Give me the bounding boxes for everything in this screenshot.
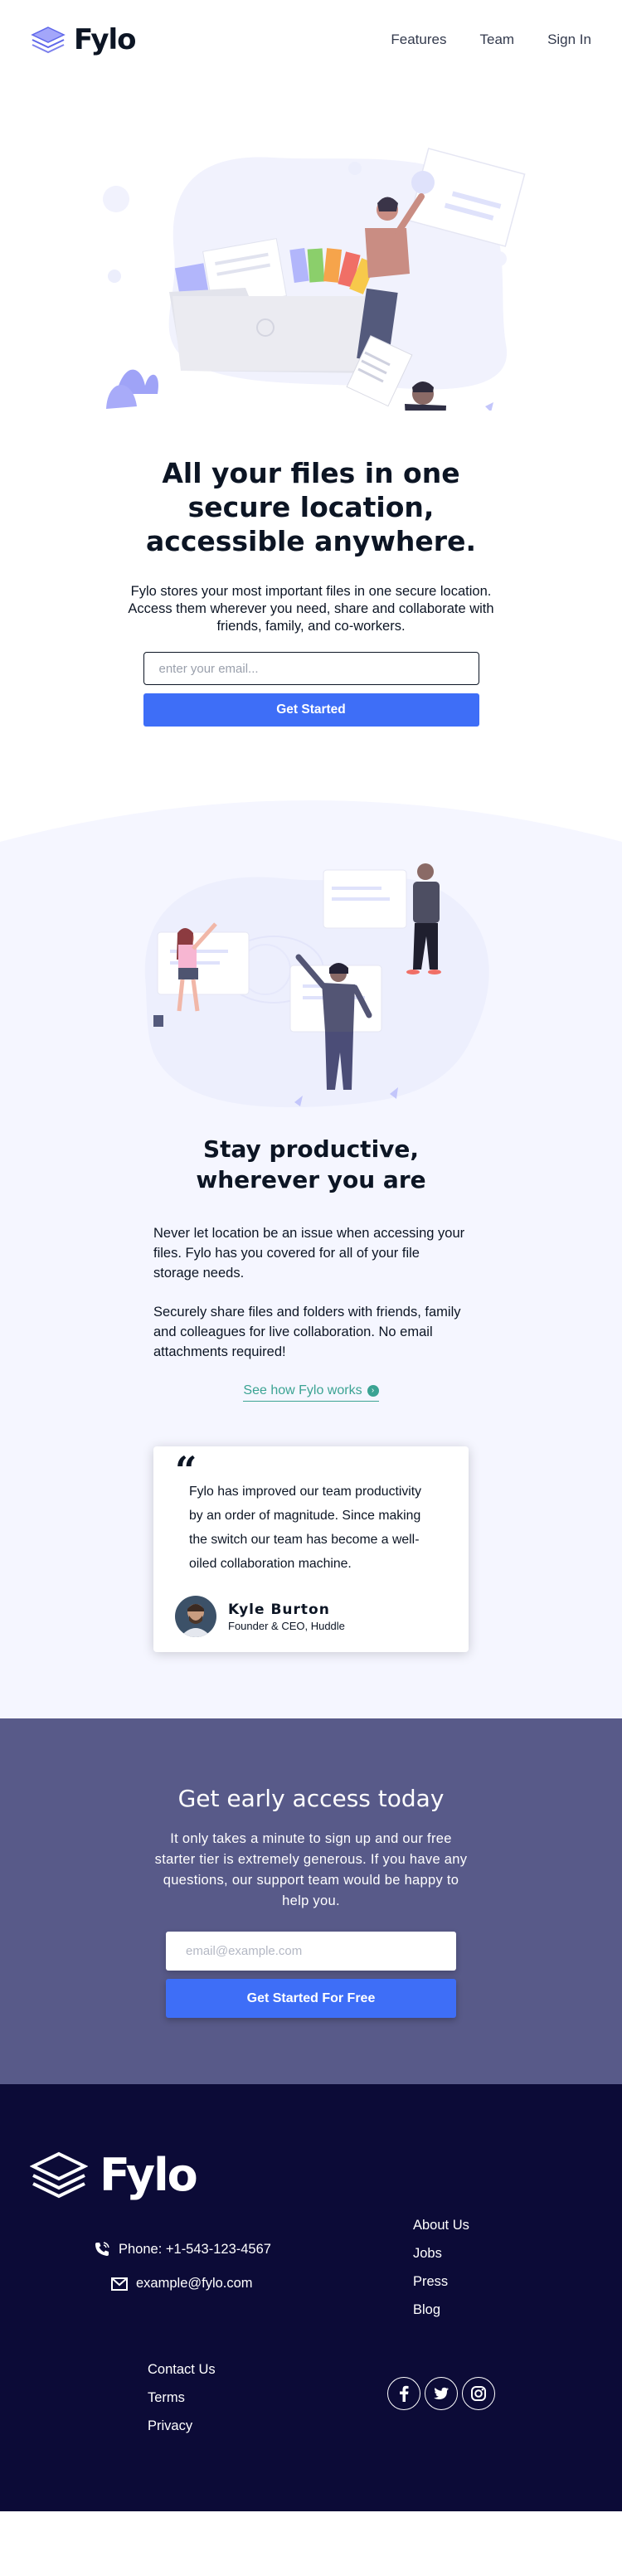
testimonial-card: “ Fylo has improved our team productivit… xyxy=(153,1446,469,1652)
see-how-fylo-works-link[interactable]: See how Fylo works › xyxy=(243,1383,379,1402)
hero-email-input[interactable] xyxy=(143,652,479,685)
phone-text: Phone: +1-543-123-4567 xyxy=(119,2241,271,2257)
footer-links-right: About Us Jobs Press Blog xyxy=(413,2218,469,2318)
logo[interactable]: Fylo xyxy=(31,22,137,56)
site-footer: Fylo Phone: +1-543-123-4567 example@fylo… xyxy=(0,2084,622,2511)
early-access-email-input[interactable] xyxy=(166,1932,456,1971)
twitter-icon[interactable] xyxy=(425,2377,458,2410)
testimonial-quote: Fylo has improved our team productivity … xyxy=(189,1485,422,1571)
see-how-label: See how Fylo works xyxy=(243,1383,362,1397)
footer-contact: Phone: +1-543-123-4567 example@fylo.com xyxy=(94,2241,271,2292)
hero-description: Fylo stores your most important files in… xyxy=(128,584,494,634)
footer-link-blog[interactable]: Blog xyxy=(413,2302,469,2318)
get-started-button[interactable]: Get Started xyxy=(143,693,479,727)
footer-link-contact-us[interactable]: Contact Us xyxy=(148,2362,216,2378)
logo-stack-icon xyxy=(30,2151,88,2198)
email-icon xyxy=(111,2277,128,2291)
site-header: Fylo Features Team Sign In xyxy=(0,0,622,79)
hero-section: All your files in one secure location, a… xyxy=(0,79,622,727)
productive-section: Stay productive, wherever you are Never … xyxy=(0,791,622,1718)
phone-row: Phone: +1-543-123-4567 xyxy=(94,2241,271,2258)
logo-text: Fylo xyxy=(74,22,137,56)
footer-link-about-us[interactable]: About Us xyxy=(413,2218,469,2233)
facebook-icon[interactable] xyxy=(387,2377,420,2410)
avatar xyxy=(175,1596,216,1637)
testimonial-author: Kyle Burton Founder & CEO, Huddle xyxy=(175,1596,447,1637)
footer-link-jobs[interactable]: Jobs xyxy=(413,2246,469,2262)
main-nav: Features Team Sign In xyxy=(391,32,591,48)
productive-paragraph-2: Securely share files and folders with fr… xyxy=(153,1305,461,1359)
early-access-text: It only takes a minute to sign up and ou… xyxy=(154,1831,468,1908)
hero-title: All your files in one secure location, a… xyxy=(146,457,476,557)
footer-link-terms[interactable]: Terms xyxy=(148,2390,216,2406)
footer-logo-text: Fylo xyxy=(100,2149,198,2201)
social-links xyxy=(387,2377,495,2410)
testimonial-name: Kyle Burton xyxy=(228,1601,330,1618)
productive-title: Stay productive, wherever you are xyxy=(196,1135,426,1193)
phone-icon xyxy=(95,2242,109,2256)
testimonial-role: Founder & CEO, Huddle xyxy=(228,1619,345,1632)
arrow-right-icon: › xyxy=(367,1385,379,1397)
quote-icon: “ xyxy=(175,1448,197,1493)
logo-stack-icon xyxy=(31,26,66,53)
footer-link-privacy[interactable]: Privacy xyxy=(148,2418,216,2434)
nav-sign-in[interactable]: Sign In xyxy=(547,32,591,48)
hero-signup-form: Get Started xyxy=(143,652,479,727)
email-text[interactable]: example@fylo.com xyxy=(136,2276,253,2292)
productive-illustration xyxy=(144,863,489,1108)
get-started-free-button[interactable]: Get Started For Free xyxy=(166,1979,456,2018)
email-row: example@fylo.com xyxy=(111,2276,271,2292)
early-access-section: Get early access today It only takes a m… xyxy=(0,1718,622,2084)
section-curve xyxy=(0,800,622,854)
nav-team[interactable]: Team xyxy=(479,32,514,48)
instagram-icon[interactable] xyxy=(462,2377,495,2410)
nav-features[interactable]: Features xyxy=(391,32,446,48)
productive-paragraph-1: Never let location be an issue when acce… xyxy=(153,1226,465,1281)
hero-illustration xyxy=(103,148,526,411)
early-access-form: Get Started For Free xyxy=(166,1932,456,2018)
footer-links-left: Contact Us Terms Privacy xyxy=(148,2362,216,2434)
footer-link-press[interactable]: Press xyxy=(413,2274,469,2290)
footer-logo[interactable]: Fylo xyxy=(0,2149,622,2201)
early-access-title: Get early access today xyxy=(177,1785,445,1812)
